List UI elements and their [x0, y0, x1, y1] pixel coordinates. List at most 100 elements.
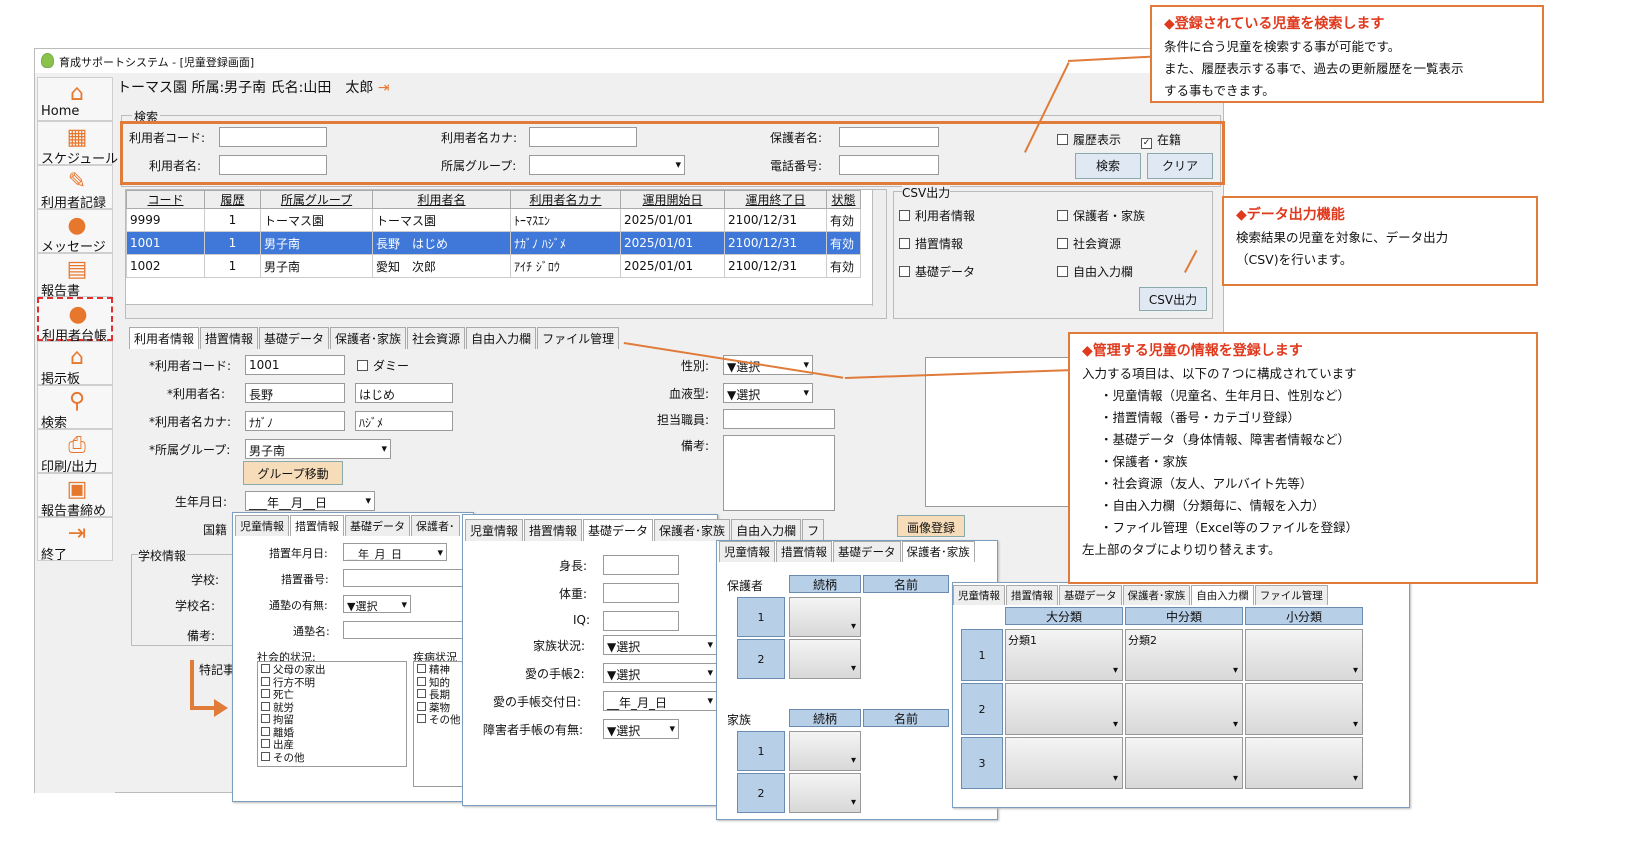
- csv-opt-basic[interactable]: 基礎データ: [899, 263, 975, 280]
- csv-opt-guardian[interactable]: 保護者・家族: [1057, 207, 1145, 224]
- table-row[interactable]: 9999 1 トーマス園 トーマス園 ﾄｰﾏｽｴﾝ 2025/01/01 2100/12/3…: [126, 208, 861, 232]
- table-row[interactable]: 1002 1 男子南 愛知 次郎 ｱｲﾁ ｼﾞﾛｳ 2025/01/01 2100/12/3…: [126, 254, 861, 278]
- free-big-2[interactable]: [1005, 683, 1123, 735]
- measure-num-input[interactable]: [343, 569, 473, 587]
- group-move-button[interactable]: グループ移動: [243, 461, 343, 485]
- horizontal-scrollbar[interactable]: [126, 304, 886, 318]
- tab-item[interactable]: ファイル管理: [537, 327, 620, 349]
- tab-item[interactable]: 保護者･家族: [1122, 585, 1191, 605]
- tab-item[interactable]: 児童情報: [235, 515, 289, 536]
- shogai-select[interactable]: ▼選択: [603, 719, 679, 739]
- tab-item[interactable]: 措置情報: [776, 541, 832, 562]
- tab-item[interactable]: 保護者･家族: [330, 327, 407, 349]
- form-code-input[interactable]: 1001: [245, 355, 345, 375]
- juku-name-input[interactable]: [343, 621, 473, 639]
- list-item[interactable]: 父母の家出: [261, 664, 403, 677]
- family-rel-2[interactable]: [789, 773, 861, 813]
- sidebar-item-6[interactable]: ⌂ 掲示板: [37, 341, 113, 387]
- last-kana-input[interactable]: ﾅｶﾞﾉ: [245, 411, 345, 431]
- list-item[interactable]: 死亡: [261, 689, 403, 702]
- tab-item[interactable]: 措置情報: [524, 519, 583, 541]
- tab-item[interactable]: 措置情報: [290, 515, 344, 536]
- first-name-input[interactable]: はじめ: [355, 383, 453, 403]
- tab-item[interactable]: 児童情報: [719, 541, 775, 562]
- techo-date-select[interactable]: __年_月_日: [603, 691, 717, 711]
- tab-item[interactable]: 自由入力欄: [466, 327, 537, 349]
- family-rel-1[interactable]: [789, 731, 861, 771]
- tab-item[interactable]: ファイル管理: [1254, 585, 1328, 605]
- csv-opt-free[interactable]: 自由入力欄: [1057, 263, 1133, 280]
- sidebar-item-7[interactable]: ⚲ 検索: [37, 385, 113, 431]
- birth-select[interactable]: ___年__月__日: [245, 491, 375, 511]
- sidebar-item-9[interactable]: ▣ 報告書締め: [37, 473, 113, 519]
- blood-select[interactable]: ▼選択: [723, 383, 813, 403]
- weight-input[interactable]: [603, 583, 679, 603]
- staff-input[interactable]: [723, 409, 835, 429]
- csv-opt-user[interactable]: 利用者情報: [899, 207, 975, 224]
- column-header[interactable]: 所属グループ: [260, 190, 373, 209]
- guardian-rel-1[interactable]: [789, 597, 861, 637]
- free-big-1[interactable]: 分類1: [1005, 629, 1123, 681]
- sidebar-item-0[interactable]: ⌂ Home: [37, 77, 113, 121]
- vertical-scrollbar[interactable]: [872, 190, 886, 306]
- free-small-3[interactable]: [1245, 737, 1363, 789]
- tab-item[interactable]: 利用者情報: [129, 327, 200, 349]
- csv-opt-measure[interactable]: 措置情報: [899, 235, 963, 252]
- tab-item[interactable]: 保護者･: [411, 515, 460, 536]
- tab-item[interactable]: 措置情報: [1006, 585, 1058, 605]
- tab-item[interactable]: 基礎データ: [583, 519, 654, 541]
- sidebar-item-3[interactable]: ● メッセージ: [37, 209, 113, 255]
- list-item[interactable]: 離婚: [261, 726, 403, 740]
- juku-select[interactable]: ▼選択: [343, 595, 411, 613]
- free-small-2[interactable]: [1245, 683, 1363, 735]
- sidebar-item-2[interactable]: ✎ 利用者記録: [37, 165, 113, 211]
- form-group-select[interactable]: 男子南: [245, 439, 391, 459]
- tab-item[interactable]: 自由入力欄: [731, 519, 802, 541]
- list-item[interactable]: その他: [261, 751, 403, 765]
- tab-item[interactable]: 保護者･家族: [654, 519, 731, 541]
- tab-item[interactable]: 保護者･家族: [901, 541, 975, 562]
- tab-item[interactable]: 社会資源: [407, 327, 466, 349]
- free-big-3[interactable]: [1005, 737, 1123, 789]
- last-name-input[interactable]: 長野: [245, 383, 345, 403]
- tab-item[interactable]: 基礎データ: [345, 515, 410, 536]
- techo-select[interactable]: ▼選択: [603, 663, 717, 683]
- list-item[interactable]: 就労: [261, 701, 403, 715]
- csv-output-button[interactable]: CSV出力: [1139, 287, 1207, 311]
- guardian-rel-2[interactable]: [789, 639, 861, 679]
- column-header[interactable]: 利用者名: [372, 190, 511, 209]
- list-item[interactable]: 拘留: [261, 714, 403, 727]
- iq-input[interactable]: [603, 611, 679, 631]
- column-header[interactable]: 運用終了日: [724, 190, 827, 209]
- tab-item[interactable]: 基礎データ: [833, 541, 901, 562]
- sidebar-item-10[interactable]: ⇥ 終了: [37, 517, 113, 563]
- free-mid-2[interactable]: [1125, 683, 1243, 735]
- column-header[interactable]: 履歴: [204, 190, 261, 209]
- list-item[interactable]: 出産: [261, 739, 403, 752]
- note-textarea[interactable]: [723, 435, 835, 511]
- column-header[interactable]: 運用開始日: [620, 190, 725, 209]
- sidebar-item-1[interactable]: ▦ スケジュール: [37, 121, 118, 167]
- free-mid-1[interactable]: 分類2: [1125, 629, 1243, 681]
- height-input[interactable]: [603, 555, 679, 575]
- family-select[interactable]: ▼選択: [603, 635, 717, 655]
- tab-item[interactable]: 基礎データ: [259, 327, 330, 349]
- tab-item[interactable]: 基礎データ: [1059, 585, 1122, 605]
- tab-item[interactable]: 措置情報: [200, 327, 259, 349]
- sidebar-item-8[interactable]: ⎙ 印刷/出力: [37, 429, 113, 475]
- image-register-button[interactable]: 画像登録: [897, 515, 965, 537]
- logout-icon[interactable]: ⇥: [378, 80, 390, 96]
- column-header[interactable]: コード: [126, 190, 205, 209]
- tab-item[interactable]: 児童情報: [465, 519, 524, 541]
- social-list[interactable]: 父母の家出 行方不明 死亡 就労 拘留 離婚 出産 その他: [257, 661, 407, 767]
- measure-date-select[interactable]: __年_月_日: [343, 543, 447, 561]
- sidebar-item-4[interactable]: ▤ 報告書: [37, 253, 113, 299]
- dummy-checkbox[interactable]: ダミー: [357, 357, 409, 374]
- csv-opt-social[interactable]: 社会資源: [1057, 235, 1121, 252]
- column-header[interactable]: 状態: [826, 190, 861, 209]
- free-mid-3[interactable]: [1125, 737, 1243, 789]
- first-kana-input[interactable]: ﾊｼﾞﾒ: [355, 411, 453, 431]
- list-item[interactable]: 行方不明: [261, 676, 403, 690]
- column-header[interactable]: 利用者名カナ: [510, 190, 621, 209]
- free-small-1[interactable]: [1245, 629, 1363, 681]
